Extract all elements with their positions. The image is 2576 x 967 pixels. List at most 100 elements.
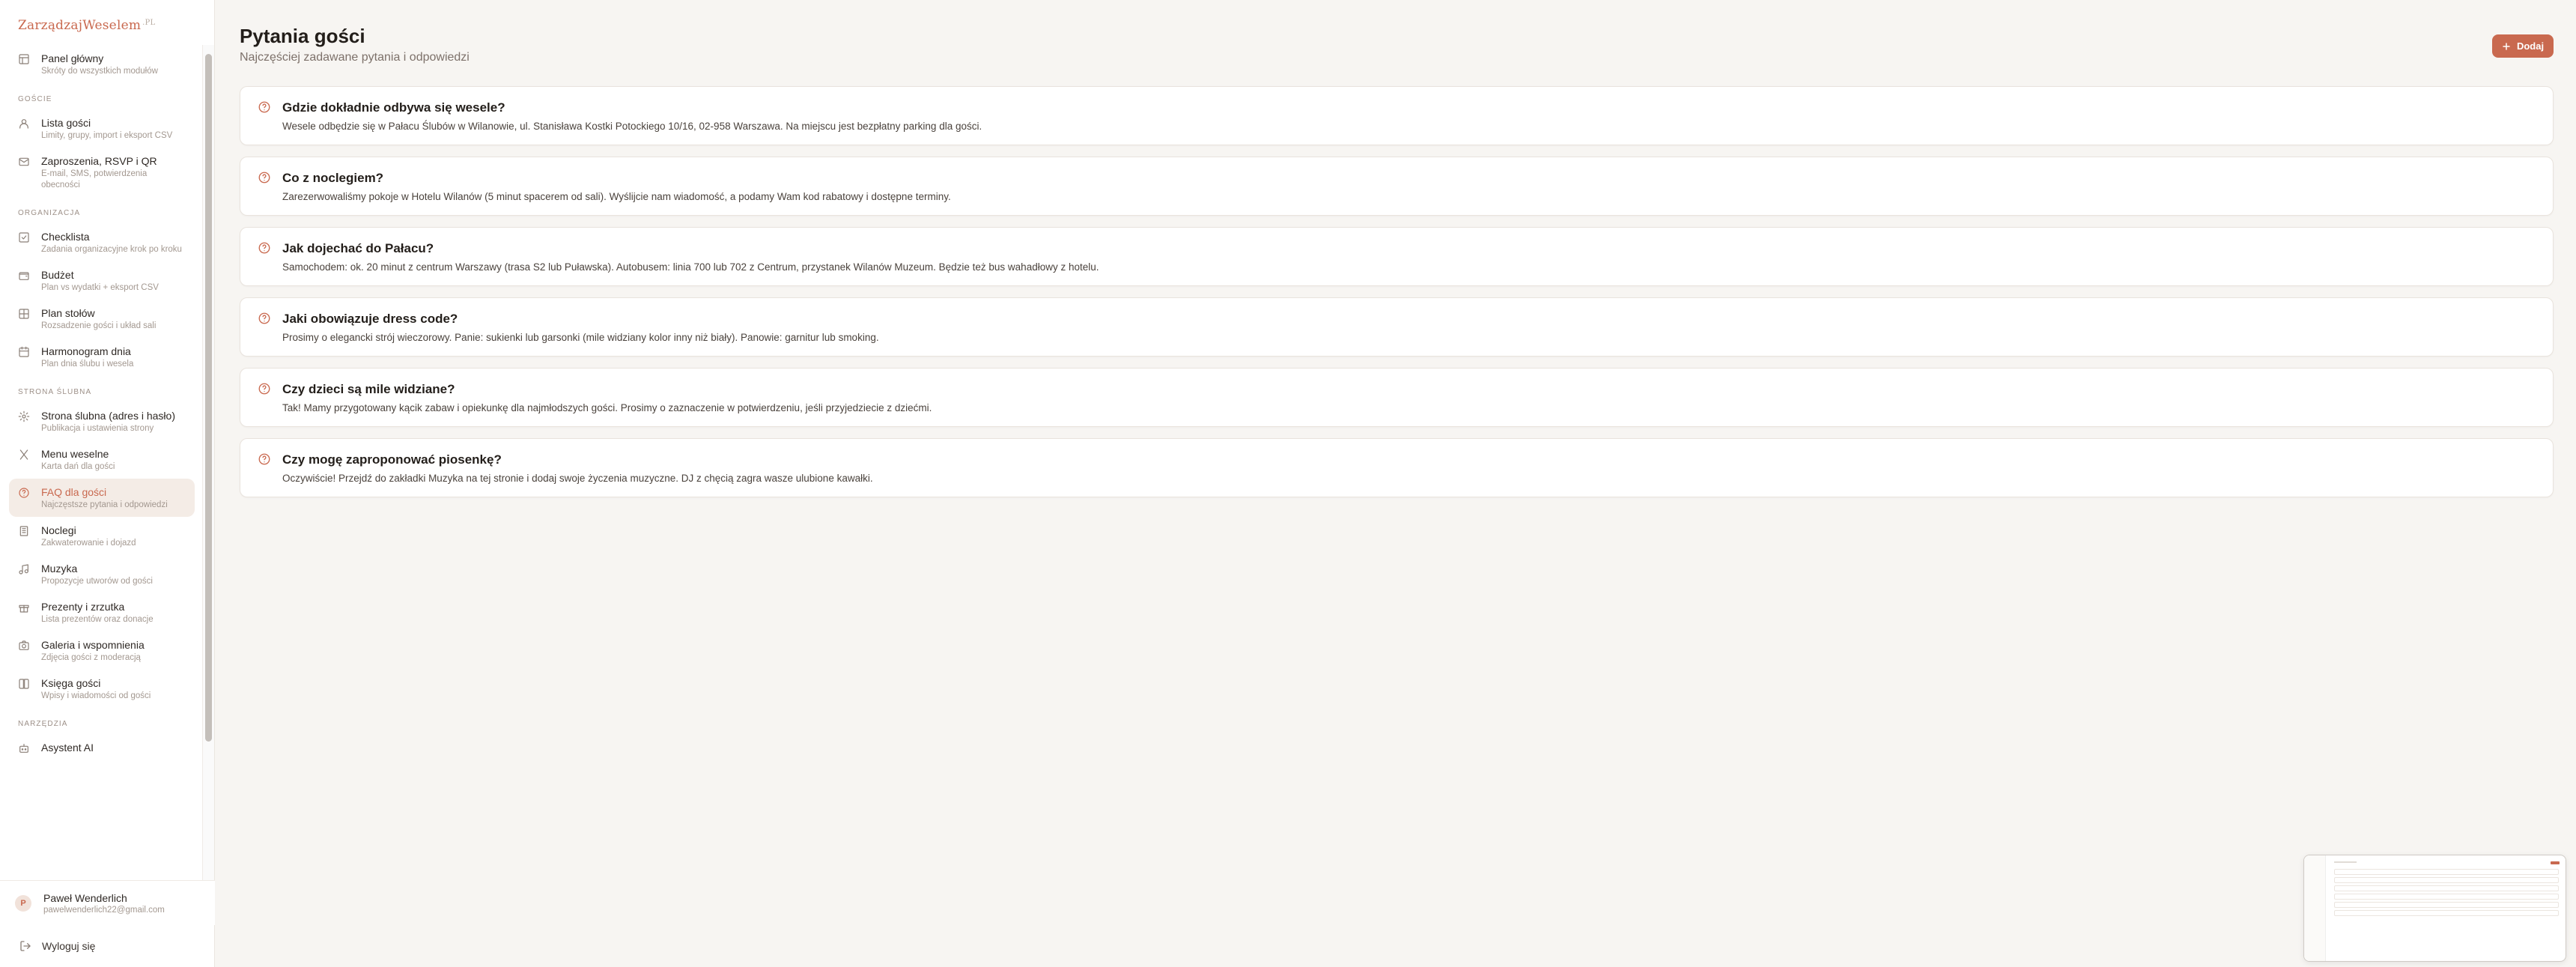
page-title: Pytania gości — [240, 25, 365, 47]
sidebar-item-description: Wpisy i wiadomości od gości — [41, 691, 151, 700]
sidebar-item-text: Harmonogram dnia Plan dnia ślubu i wesela — [41, 345, 133, 370]
sidebar-item-ksiega-gosci[interactable]: Księga gości Wpisy i wiadomości od gości — [9, 670, 195, 708]
thumbnail-sidebar — [2304, 855, 2326, 961]
faq-card[interactable]: Gdzie dokładnie odbywa się wesele? Wesele… — [240, 86, 2554, 145]
sidebar-item-label: Strona ślubna (adres i hasło) — [41, 410, 175, 422]
sidebar-item-label: Budżet — [41, 269, 74, 281]
sidebar-item-text: Checklista Zadania organizacyjne krok po … — [41, 230, 182, 255]
sidebar-item-description: Plan dnia ślubu i wesela — [41, 360, 134, 369]
sidebar-item-description: Rozsadzenie gości i układ sali — [41, 321, 157, 330]
add-question-button[interactable]: Dodaj — [2492, 34, 2554, 58]
plus-icon — [2503, 42, 2510, 50]
faq-answer: Prosimy o elegancki strój wieczorowy. Pa… — [282, 332, 879, 343]
sidebar-item-text: Księga gości Wpisy i wiadomości od gości — [41, 676, 151, 702]
thumbnail-add-button — [2551, 861, 2560, 864]
robot-icon — [19, 744, 28, 753]
sidebar-item-description: Limity, grupy, import i eksport CSV — [41, 131, 173, 140]
sidebar-item-galeria-i-wspomnienia[interactable]: Galeria i wspomnienia Zdjęcia gości z mod… — [9, 631, 195, 670]
sidebar-item-text: Strona ślubna (adres i hasło) Publikacja … — [41, 409, 175, 434]
sidebar: ZarządzajWeselem .PL Panel główny Skróty d… — [0, 0, 215, 967]
sidebar-item-asystent-ai[interactable]: Asystent AI — [9, 734, 195, 760]
sidebar-item-faq-dla-gosci[interactable]: FAQ dla gości Najczęstsze pytania i odpow… — [9, 479, 195, 517]
app-logo[interactable]: ZarządzajWeselem .PL — [18, 18, 155, 33]
sidebar-item-plan-stolow[interactable]: Plan stołów Rozsadzenie gości i układ sal… — [9, 300, 195, 338]
sidebar-item-muzyka[interactable]: Muzyka Propozycje utworów od gości — [9, 555, 195, 593]
camera-icon — [19, 640, 29, 650]
sidebar-item-text: Lista gości Limity, grupy, import i ekspo… — [41, 116, 172, 142]
calendar-icon — [19, 346, 29, 357]
faq-card[interactable]: Czy dzieci są mile widziane? Tak! Mamy pr… — [240, 368, 2554, 427]
wallet-icon — [19, 272, 29, 280]
avatar: P — [15, 894, 31, 912]
faq-card[interactable]: Jak dojechać do Pałacu? Samochodem: ok. 2… — [240, 227, 2554, 286]
sidebar-item-checklista[interactable]: Checklista Zadania organizacyjne krok po … — [9, 223, 195, 261]
faq-question: Czy mogę zaproponować piosenkę? — [282, 452, 502, 467]
faq-question: Czy dzieci są mile widziane? — [282, 382, 455, 396]
help-circle-icon — [258, 172, 270, 184]
logo-text: ZarządzajWeselem — [18, 18, 142, 33]
faq-answer: Zarezerwowaliśmy pokoje w Hotelu Wilanów… — [282, 191, 951, 202]
logo-suffix: .PL — [142, 19, 156, 27]
thumbnail-card — [2334, 910, 2559, 916]
faq-list: Gdzie dokładnie odbywa się wesele? Wesele… — [240, 86, 2554, 509]
sidebar-item-text: Panel główny Skróty do wszystkich modułów — [41, 52, 158, 77]
logout-button[interactable]: Wyloguj się — [0, 925, 215, 967]
sidebar-item-strona-slubna-adres-i-haslo[interactable]: Strona ślubna (adres i hasło) Publikacja … — [9, 402, 195, 440]
sidebar-item-description: Publikacja i ustawienia strony — [41, 424, 154, 433]
sidebar-item-lista-gosci[interactable]: Lista gości Limity, grupy, import i ekspo… — [9, 109, 195, 148]
logout-label: Wyloguj się — [42, 940, 96, 952]
sidebar-item-harmonogram-dnia[interactable]: Harmonogram dnia Plan dnia ślubu i wesela — [9, 338, 195, 376]
sidebar-item-label: Muzyka — [41, 563, 78, 575]
sidebar-item-prezenty-i-zrzutka[interactable]: Prezenty i zrzutka Lista prezentów oraz d… — [9, 593, 195, 631]
user-name: Paweł Wenderlich — [43, 891, 127, 904]
sidebar-item-text: Zaproszenia, RSVP i QR E-mail, SMS, potwi… — [41, 154, 186, 191]
sidebar-item-text: Budżet Plan vs wydatki + eksport CSV — [41, 268, 159, 294]
sidebar-item-label: Prezenty i zrzutka — [41, 601, 125, 613]
sidebar-section-heading: Goście — [18, 95, 52, 103]
sidebar-item-menu-weselne[interactable]: Menu weselne Karta dań dla gości — [9, 440, 195, 479]
thumbnail-card — [2334, 869, 2559, 875]
faq-question: Co z noclegiem? — [282, 171, 384, 185]
utensils-icon — [19, 449, 28, 460]
sidebar-item-text: FAQ dla gości Najczęstsze pytania i odpow… — [41, 485, 168, 511]
faq-question: Gdzie dokładnie odbywa się wesele? — [282, 100, 505, 115]
thumbnail-title — [2334, 861, 2357, 863]
faq-card[interactable]: Jaki obowiązuje dress code? Prosimy o ele… — [240, 297, 2554, 357]
sidebar-item-description: Zakwaterowanie i dojazd — [41, 539, 136, 548]
sidebar-item-label: FAQ dla gości — [41, 486, 107, 498]
help-circle-icon — [258, 242, 270, 254]
sidebar-item-label: Harmonogram dnia — [41, 345, 131, 357]
sidebar-scrollbar-thumb[interactable] — [205, 54, 212, 742]
user-profile[interactable]: P Paweł Wenderlich pawelwenderlich22@gma… — [0, 880, 215, 925]
user-icon — [19, 119, 28, 129]
sidebar-item-budzet[interactable]: Budżet Plan vs wydatki + eksport CSV — [9, 261, 195, 300]
sidebar-section-heading: Narzędzia — [18, 720, 68, 728]
sidebar-item-description: Propozycje utworów od gości — [41, 577, 153, 586]
sidebar-item-text: Plan stołów Rozsadzenie gości i układ sal… — [41, 306, 156, 332]
sidebar-item-text: Muzyka Propozycje utworów od gości — [41, 562, 153, 587]
logout-icon — [20, 941, 31, 951]
sidebar-item-zaproszenia-rsvp-i-qr[interactable]: Zaproszenia, RSVP i QR E-mail, SMS, potwi… — [9, 148, 195, 197]
faq-answer: Oczywiście! Przejdź do zakładki Muzyka n… — [282, 473, 873, 484]
sidebar-item-label: Plan stołów — [41, 307, 95, 319]
sidebar-item-noclegi[interactable]: Noclegi Zakwaterowanie i dojazd — [9, 517, 195, 555]
faq-card[interactable]: Co z noclegiem? Zarezerwowaliśmy pokoje w… — [240, 157, 2554, 216]
page-preview-thumbnail[interactable] — [2303, 855, 2566, 962]
table-layout-icon — [19, 309, 29, 319]
sidebar-item-description: E-mail, SMS, potwierdzenia obecności — [41, 169, 148, 190]
page-subtitle: Najczęściej zadawane pytania i odpowiedz… — [240, 51, 470, 64]
sidebar-item-text: Galeria i wspomnienia Zdjęcia gości z mod… — [41, 638, 145, 664]
thumbnail-card — [2334, 902, 2559, 908]
help-circle-icon — [258, 101, 270, 113]
sidebar-item-label: Panel główny — [41, 52, 104, 64]
sidebar-item-label: Galeria i wspomnienia — [41, 639, 145, 651]
faq-question: Jak dojechać do Pałacu? — [282, 241, 434, 255]
sidebar-item-label: Zaproszenia, RSVP i QR — [41, 155, 157, 167]
sidebar-section-heading: Strona ślubna — [18, 388, 92, 396]
sidebar-item-description: Karta dań dla gości — [41, 462, 115, 471]
sidebar-item-text: Menu weselne Karta dań dla gości — [41, 447, 115, 473]
help-circle-icon — [19, 488, 29, 498]
sidebar-nav: Panel główny Skróty do wszystkich modułów… — [0, 45, 215, 880]
faq-card[interactable]: Czy mogę zaproponować piosenkę? Oczywiści… — [240, 438, 2554, 497]
sidebar-item-panel-glowny[interactable]: Panel główny Skróty do wszystkich modułów — [9, 45, 195, 83]
